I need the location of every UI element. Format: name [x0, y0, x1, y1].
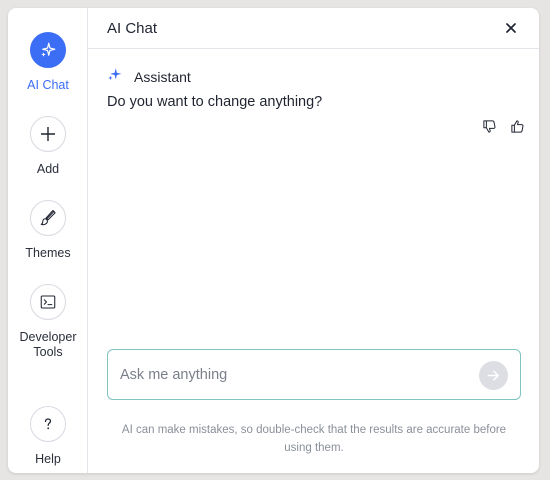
page-title: AI Chat [107, 19, 158, 37]
thumbs-up-button[interactable] [509, 118, 525, 134]
send-button[interactable] [479, 361, 508, 390]
terminal-icon [30, 284, 66, 320]
thumbs-down-icon [482, 119, 495, 133]
sidebar-item-developer-tools[interactable]: Developer Tools [8, 284, 88, 360]
close-icon [506, 23, 516, 33]
sparkle-icon [30, 32, 66, 68]
message-feedback [481, 118, 525, 134]
sidebar-item-label: Themes [25, 246, 71, 260]
sidebar-item-add[interactable]: Add [8, 116, 88, 177]
assistant-name: Assistant [134, 69, 191, 85]
chat-area: AI Chat Assistant Do you want to change … [88, 8, 539, 473]
assistant-header: Assistant [107, 67, 191, 87]
plus-icon [30, 116, 66, 152]
arrow-right-icon [487, 370, 499, 381]
sidebar-item-label: AI Chat [27, 78, 69, 92]
sidebar-item-themes[interactable]: Themes [8, 200, 88, 261]
thumbs-down-button[interactable] [481, 118, 497, 134]
sidebar-item-label: Add [36, 162, 60, 176]
sidebar-item-ai-chat[interactable]: AI Chat [8, 32, 88, 93]
chat-input[interactable] [120, 366, 460, 383]
assistant-message: Do you want to change anything? [107, 94, 323, 110]
ai-disclaimer: AI can make mistakes, so double-check th… [121, 424, 507, 454]
chat-composer [107, 349, 521, 400]
question-icon [30, 406, 66, 442]
sidebar-item-help[interactable]: Help [8, 406, 88, 467]
sidebar-item-label: Help [35, 452, 61, 466]
sparkle-icon [107, 67, 122, 87]
sidebar: AI Chat Add Themes Developer Tools Help [8, 8, 88, 473]
chat-header: AI Chat [88, 8, 539, 49]
thumbs-up-icon [510, 119, 523, 133]
ai-chat-panel: AI Chat Add Themes Developer Tools Help … [8, 8, 539, 473]
sidebar-item-label: Developer Tools [19, 330, 77, 359]
brush-icon [30, 200, 66, 236]
close-button[interactable] [501, 18, 521, 38]
